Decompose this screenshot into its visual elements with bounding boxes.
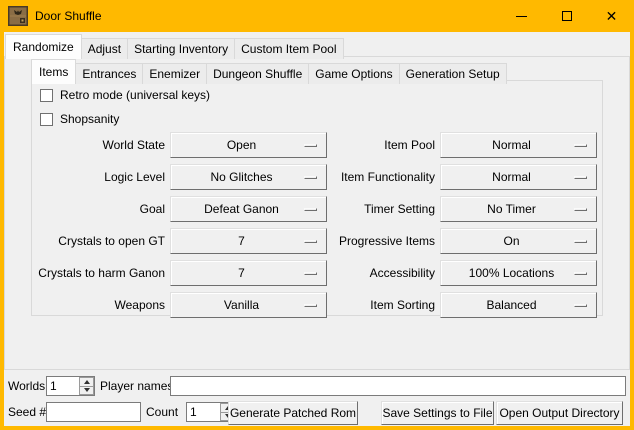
generate-patched-rom-button[interactable]: Generate Patched Rom [228, 401, 358, 425]
maximize-button[interactable] [544, 0, 589, 32]
shopsanity-checkbox[interactable]: Shopsanity [40, 111, 119, 127]
save-settings-button[interactable]: Save Settings to File [381, 401, 494, 425]
worlds-input[interactable] [47, 377, 79, 395]
dropdown-indicator-icon [574, 144, 587, 147]
spin-up-icon [84, 380, 90, 384]
dropdown-value: 100% Locations [469, 266, 554, 280]
weapons-label: Weapons [32, 292, 165, 318]
accessibility-dropdown[interactable]: 100% Locations [440, 260, 597, 286]
progressive-items-dropdown[interactable]: On [440, 228, 597, 254]
dropdown-value: On [503, 234, 519, 248]
item-functionality-label: Item Functionality [302, 164, 435, 190]
logic-level-label: Logic Level [32, 164, 165, 190]
crystals-harm-ganon-label: Crystals to harm Ganon [32, 260, 165, 286]
item-pool-dropdown[interactable]: Normal [440, 132, 597, 158]
count-input[interactable] [187, 403, 220, 421]
worlds-spin-up-button[interactable] [79, 377, 94, 387]
close-icon: ✕ [606, 9, 618, 23]
dropdown-value: 7 [238, 234, 245, 248]
main-tab-bar: Randomize Adjust Starting Inventory Cust… [5, 34, 343, 59]
randomize-panel: Items Entrances Enemizer Dungeon Shuffle… [4, 56, 630, 370]
spin-down-icon [84, 388, 90, 392]
client-area: Randomize Adjust Starting Inventory Cust… [4, 32, 630, 426]
timer-setting-label: Timer Setting [302, 196, 435, 222]
dropdown-value: Normal [492, 138, 531, 152]
checkbox-box-icon[interactable] [40, 89, 53, 102]
dropdown-value: No Timer [487, 202, 536, 216]
sub-tab-bar: Items Entrances Enemizer Dungeon Shuffle… [31, 59, 506, 84]
open-output-directory-button[interactable]: Open Output Directory [496, 401, 623, 425]
item-pool-label: Item Pool [302, 132, 435, 158]
accessibility-label: Accessibility [302, 260, 435, 286]
tab-generation-setup[interactable]: Generation Setup [399, 63, 507, 84]
minimize-icon [516, 16, 527, 17]
tab-randomize[interactable]: Randomize [5, 34, 82, 59]
tab-dungeon-shuffle[interactable]: Dungeon Shuffle [206, 63, 309, 84]
maximize-icon [562, 11, 572, 21]
player-names-label: Player names [100, 376, 173, 396]
title-bar[interactable]: Door Shuffle ✕ [0, 0, 634, 32]
player-names-input[interactable] [170, 376, 626, 396]
dropdown-value: Defeat Ganon [204, 202, 279, 216]
item-sorting-dropdown[interactable]: Balanced [440, 292, 597, 318]
world-state-label: World State [32, 132, 165, 158]
window-controls: ✕ [499, 0, 634, 32]
count-label: Count [146, 402, 178, 422]
worlds-spin-buttons [79, 377, 94, 395]
tab-entrances[interactable]: Entrances [75, 63, 143, 84]
tab-custom-item-pool[interactable]: Custom Item Pool [234, 38, 343, 59]
dropdown-indicator-icon [574, 272, 587, 275]
app-window: Door Shuffle ✕ Randomize Adjust Starting… [0, 0, 634, 430]
dropdown-indicator-icon [574, 240, 587, 243]
tab-game-options[interactable]: Game Options [308, 63, 399, 84]
crystals-open-gt-label: Crystals to open GT [32, 228, 165, 254]
close-button[interactable]: ✕ [589, 0, 634, 32]
worlds-spinbox[interactable] [46, 376, 95, 396]
dropdown-value: Open [227, 138, 256, 152]
worlds-spin-down-button[interactable] [79, 387, 94, 396]
dropdown-value: 7 [238, 266, 245, 280]
checkbox-label: Shopsanity [60, 112, 119, 126]
timer-setting-dropdown[interactable]: No Timer [440, 196, 597, 222]
app-door-icon [8, 6, 28, 26]
seed-input[interactable] [46, 402, 141, 422]
tab-items[interactable]: Items [31, 59, 76, 84]
item-sorting-label: Item Sorting [302, 292, 435, 318]
tab-adjust[interactable]: Adjust [81, 38, 128, 59]
seed-label: Seed # [8, 402, 46, 422]
items-panel: Retro mode (universal keys) Shopsanity W… [31, 80, 603, 316]
dropdown-value: Vanilla [224, 298, 259, 312]
goal-label: Goal [32, 196, 165, 222]
dropdown-indicator-icon [574, 208, 587, 211]
tab-starting-inventory[interactable]: Starting Inventory [127, 38, 235, 59]
progressive-items-label: Progressive Items [302, 228, 435, 254]
checkbox-label: Retro mode (universal keys) [60, 88, 210, 102]
dropdown-value: Balanced [486, 298, 536, 312]
item-functionality-dropdown[interactable]: Normal [440, 164, 597, 190]
checkbox-box-icon[interactable] [40, 113, 53, 126]
dropdown-indicator-icon [574, 304, 587, 307]
window-title: Door Shuffle [35, 9, 102, 23]
retro-mode-checkbox[interactable]: Retro mode (universal keys) [40, 87, 210, 103]
tab-enemizer[interactable]: Enemizer [142, 63, 207, 84]
dropdown-value: No Glitches [210, 170, 272, 184]
worlds-label: Worlds [8, 376, 45, 396]
dropdown-value: Normal [492, 170, 531, 184]
dropdown-indicator-icon [574, 176, 587, 179]
minimize-button[interactable] [499, 0, 544, 32]
